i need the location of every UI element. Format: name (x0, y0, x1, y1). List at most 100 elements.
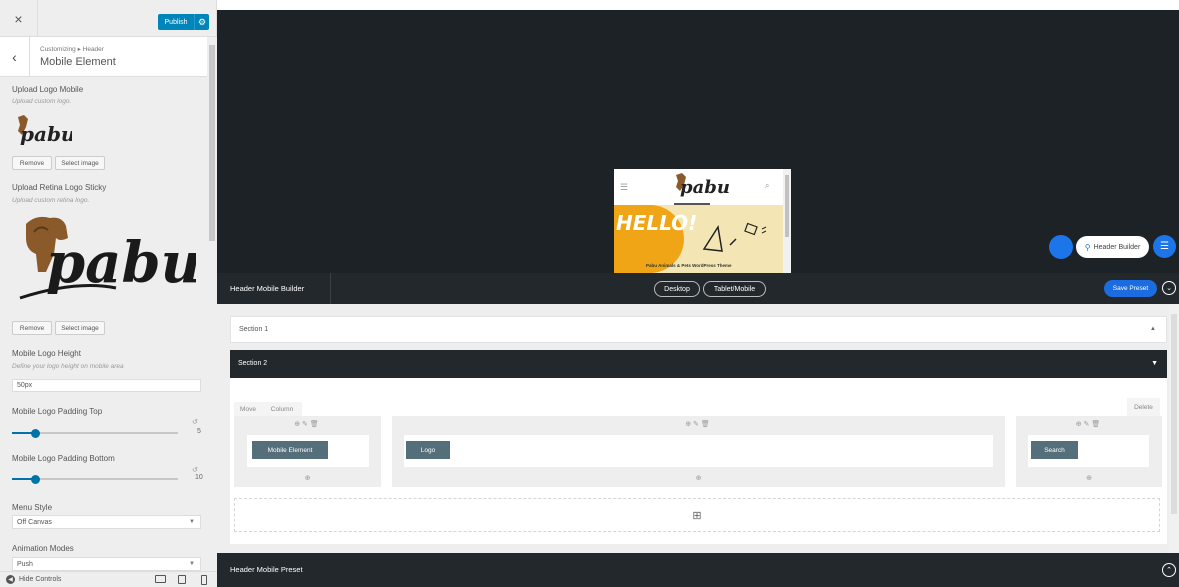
logo-chip[interactable]: Logo (406, 441, 450, 459)
logo-height-label: Mobile Logo Height (12, 349, 81, 358)
remove-retina-button[interactable]: Remove (12, 321, 52, 335)
decorative-shapes-icon (702, 222, 767, 252)
sitemap-icon: ⚲ (1084, 242, 1091, 252)
preview-header: ☰ pabu ⌕ (614, 169, 783, 199)
column-tools-icons[interactable]: ⊕✎🗑 (1016, 420, 1162, 428)
select-logo-button[interactable]: Select image (55, 156, 105, 170)
remove-logo-button[interactable]: Remove (12, 156, 52, 170)
section-2-header[interactable]: Section 2 ▼ (230, 350, 1167, 378)
header-builder-label: Header Builder (1093, 243, 1141, 251)
section-2-body: Move Column Delete ⊕✎🗑 Mobile Element ⊕ … (230, 378, 1167, 544)
padding-bottom-slider[interactable] (12, 474, 178, 484)
hero-hello-text: HELLO! (616, 211, 698, 235)
header-builder-button[interactable]: ⚲ Header Builder (1076, 236, 1149, 258)
retina-logo-thumbnail: pabu (19, 216, 196, 300)
builder-title: Header Mobile Builder (217, 273, 331, 304)
logo-mobile-thumbnail: pabu (18, 115, 72, 146)
column-tools-icons[interactable]: ⊕✎🗑 (392, 420, 1005, 428)
builder-column-1[interactable]: ⊕✎🗑 Mobile Element ⊕ (234, 416, 381, 487)
preview-scrollbar[interactable] (783, 169, 791, 273)
animation-select[interactable]: Push ▼ (12, 557, 201, 571)
menu-style-select[interactable]: Off Canvas ▼ (12, 515, 201, 529)
logo-height-input[interactable]: 50px (12, 379, 201, 392)
padding-top-slider[interactable] (12, 428, 178, 438)
reset-icon[interactable]: ↺ (192, 418, 198, 426)
column-button[interactable]: Column (262, 402, 302, 416)
padding-top-slider-handle[interactable] (31, 428, 40, 438)
chevron-down-icon: ▼ (189, 519, 195, 525)
move-button[interactable]: Move (234, 402, 262, 416)
builder-body: Section 1 ▲ Section 2 ▼ Move Column Dele… (217, 304, 1179, 553)
mobile-preview-icon[interactable] (201, 575, 207, 585)
padding-top-value: 5 (197, 428, 201, 435)
add-element-icon[interactable]: ⊕ (1016, 474, 1162, 482)
logo-height-desc: Define your logo height on mobile area (12, 363, 124, 370)
blue-action-button[interactable] (1049, 235, 1073, 259)
menu-style-value: Off Canvas (17, 519, 52, 526)
padding-bottom-label: Mobile Logo Padding Bottom (12, 454, 115, 463)
preview-logo: pabu (676, 173, 730, 198)
hero-tagline: Pabu Animals & Pets WordPress Theme (646, 263, 732, 268)
panel-scrollbar[interactable] (207, 37, 217, 577)
chevron-down-icon[interactable]: ▼ (1151, 360, 1158, 367)
panel-topbar: × Publish ⚙ (0, 0, 216, 37)
mobile-preview-frame[interactable]: ☰ pabu ⌕ HELLO! Pabu Animals & Pets Word… (614, 169, 791, 273)
section-1-label: Section 1 (239, 326, 269, 333)
select-retina-button[interactable]: Select image (55, 321, 105, 335)
hamburger-icon[interactable]: ☰ (620, 182, 628, 193)
hide-controls-button[interactable]: ◀ Hide Controls (6, 575, 61, 584)
hide-controls-icon: ◀ (6, 575, 15, 584)
upload-logo-label: Upload Logo Mobile (12, 85, 84, 94)
animation-label: Animation Modes (12, 544, 74, 553)
builder-toolbar: Header Mobile Builder Desktop Tablet/Mob… (217, 273, 1179, 304)
search-icon[interactable]: ⌕ (765, 181, 769, 191)
builder-scrollbar[interactable] (1169, 304, 1179, 553)
desktop-preview-icon[interactable] (155, 575, 166, 583)
section-header: ‹ Customizing ▸ Header Mobile Element (0, 37, 207, 77)
section-1-row[interactable]: Section 1 ▲ (230, 316, 1167, 343)
tablet-preview-icon[interactable] (178, 575, 186, 584)
back-chevron-icon[interactable]: ‹ (0, 37, 30, 77)
upload-retina-desc: Upload custom retina logo. (12, 197, 90, 204)
delete-button[interactable]: Delete (1127, 398, 1160, 416)
close-icon[interactable]: × (0, 0, 38, 37)
customizer-panel: × Publish ⚙ ‹ Customizing ▸ Header Mobil… (0, 0, 217, 587)
hide-controls-label: Hide Controls (19, 576, 62, 583)
add-element-icon[interactable]: ⊕ (392, 474, 1005, 482)
builder-column-3[interactable]: ⊕✎🗑 Search ⊕ (1016, 416, 1162, 487)
collapse-chevron-icon[interactable]: ⌄ (1162, 281, 1176, 295)
logo-wordmark-small: pabu (20, 122, 72, 146)
chevron-down-icon: ▼ (189, 561, 195, 567)
panel-footer: ◀ Hide Controls (0, 571, 217, 587)
column-tools-icons[interactable]: ⊕✎🗑 (234, 420, 381, 428)
desktop-tab[interactable]: Desktop (654, 281, 700, 297)
upload-logo-desc: Upload custom logo. (12, 98, 72, 105)
preview-logo-wordmark: pabu (680, 177, 730, 198)
tablet-mobile-tab[interactable]: Tablet/Mobile (703, 281, 766, 297)
padding-top-label: Mobile Logo Padding Top (12, 407, 103, 416)
chevron-up-icon[interactable]: ▲ (1150, 326, 1156, 332)
preset-bar[interactable]: Header Mobile Preset ⌃ (217, 553, 1179, 587)
add-row-button[interactable]: ⊞ (234, 498, 1160, 532)
builder-column-2[interactable]: ⊕✎🗑 Logo ⊕ (392, 416, 1005, 487)
add-element-icon[interactable]: ⊕ (234, 474, 381, 482)
site-preview: ☰ pabu ⌕ HELLO! Pabu Animals & Pets Word… (217, 10, 1179, 273)
reset-icon[interactable]: ↺ (192, 466, 198, 474)
list-icon[interactable]: ☰ (1153, 235, 1176, 258)
section-2-label: Section 2 (238, 360, 268, 367)
expand-chevron-icon[interactable]: ⌃ (1162, 563, 1176, 577)
menu-style-label: Menu Style (12, 503, 53, 512)
publish-settings-gear-icon[interactable]: ⚙ (194, 14, 209, 30)
breadcrumb: Customizing ▸ Header (40, 46, 104, 53)
add-row-icon: ⊞ (692, 509, 702, 522)
save-preset-button[interactable]: Save Preset (1104, 280, 1157, 297)
padding-bottom-value: 10 (195, 474, 203, 481)
publish-button[interactable]: Publish (158, 14, 194, 30)
page-title: Mobile Element (40, 56, 116, 68)
search-chip[interactable]: Search (1031, 441, 1078, 459)
animation-value: Push (17, 561, 33, 568)
hero-banner: HELLO! Pabu Animals & Pets WordPress The… (614, 205, 783, 273)
mobile-element-chip[interactable]: Mobile Element (252, 441, 328, 459)
preset-title: Header Mobile Preset (230, 565, 303, 574)
padding-bottom-slider-handle[interactable] (31, 474, 40, 484)
